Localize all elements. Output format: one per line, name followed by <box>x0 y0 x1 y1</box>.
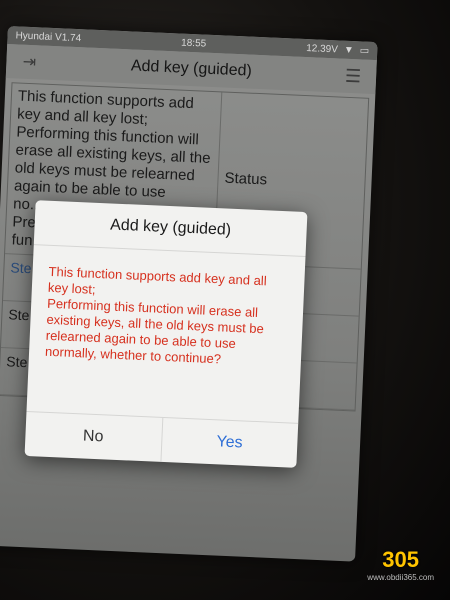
voltage-readout: 12.39V <box>306 42 339 55</box>
page-title: Add key (guided) <box>130 57 253 80</box>
no-button[interactable]: No <box>24 411 163 462</box>
hamburger-menu-icon[interactable]: ☰ <box>340 64 367 89</box>
clock: 18:55 <box>180 37 207 50</box>
dialog-message-line: Performing this function will erase all … <box>44 295 265 367</box>
watermark: 305 www.obdii365.com <box>367 547 434 582</box>
battery-icon: ▭ <box>359 44 370 57</box>
yes-button[interactable]: Yes <box>161 418 298 468</box>
watermark-logo: 305 <box>382 547 419 572</box>
dialog-message: This function supports add key and all k… <box>27 245 306 423</box>
status-icons: 12.39V ▼ ▭ <box>306 43 369 57</box>
exit-icon[interactable]: ⇥ <box>16 49 43 74</box>
watermark-url: www.obdii365.com <box>367 573 434 582</box>
tablet-device: Hyundai V1.74 18:55 12.39V ▼ ▭ ⇥ Add key… <box>0 0 450 600</box>
confirm-dialog: Add key (guided) This function supports … <box>24 200 308 468</box>
device-version: Hyundai V1.74 <box>15 29 82 44</box>
wifi-icon: ▼ <box>343 44 355 56</box>
